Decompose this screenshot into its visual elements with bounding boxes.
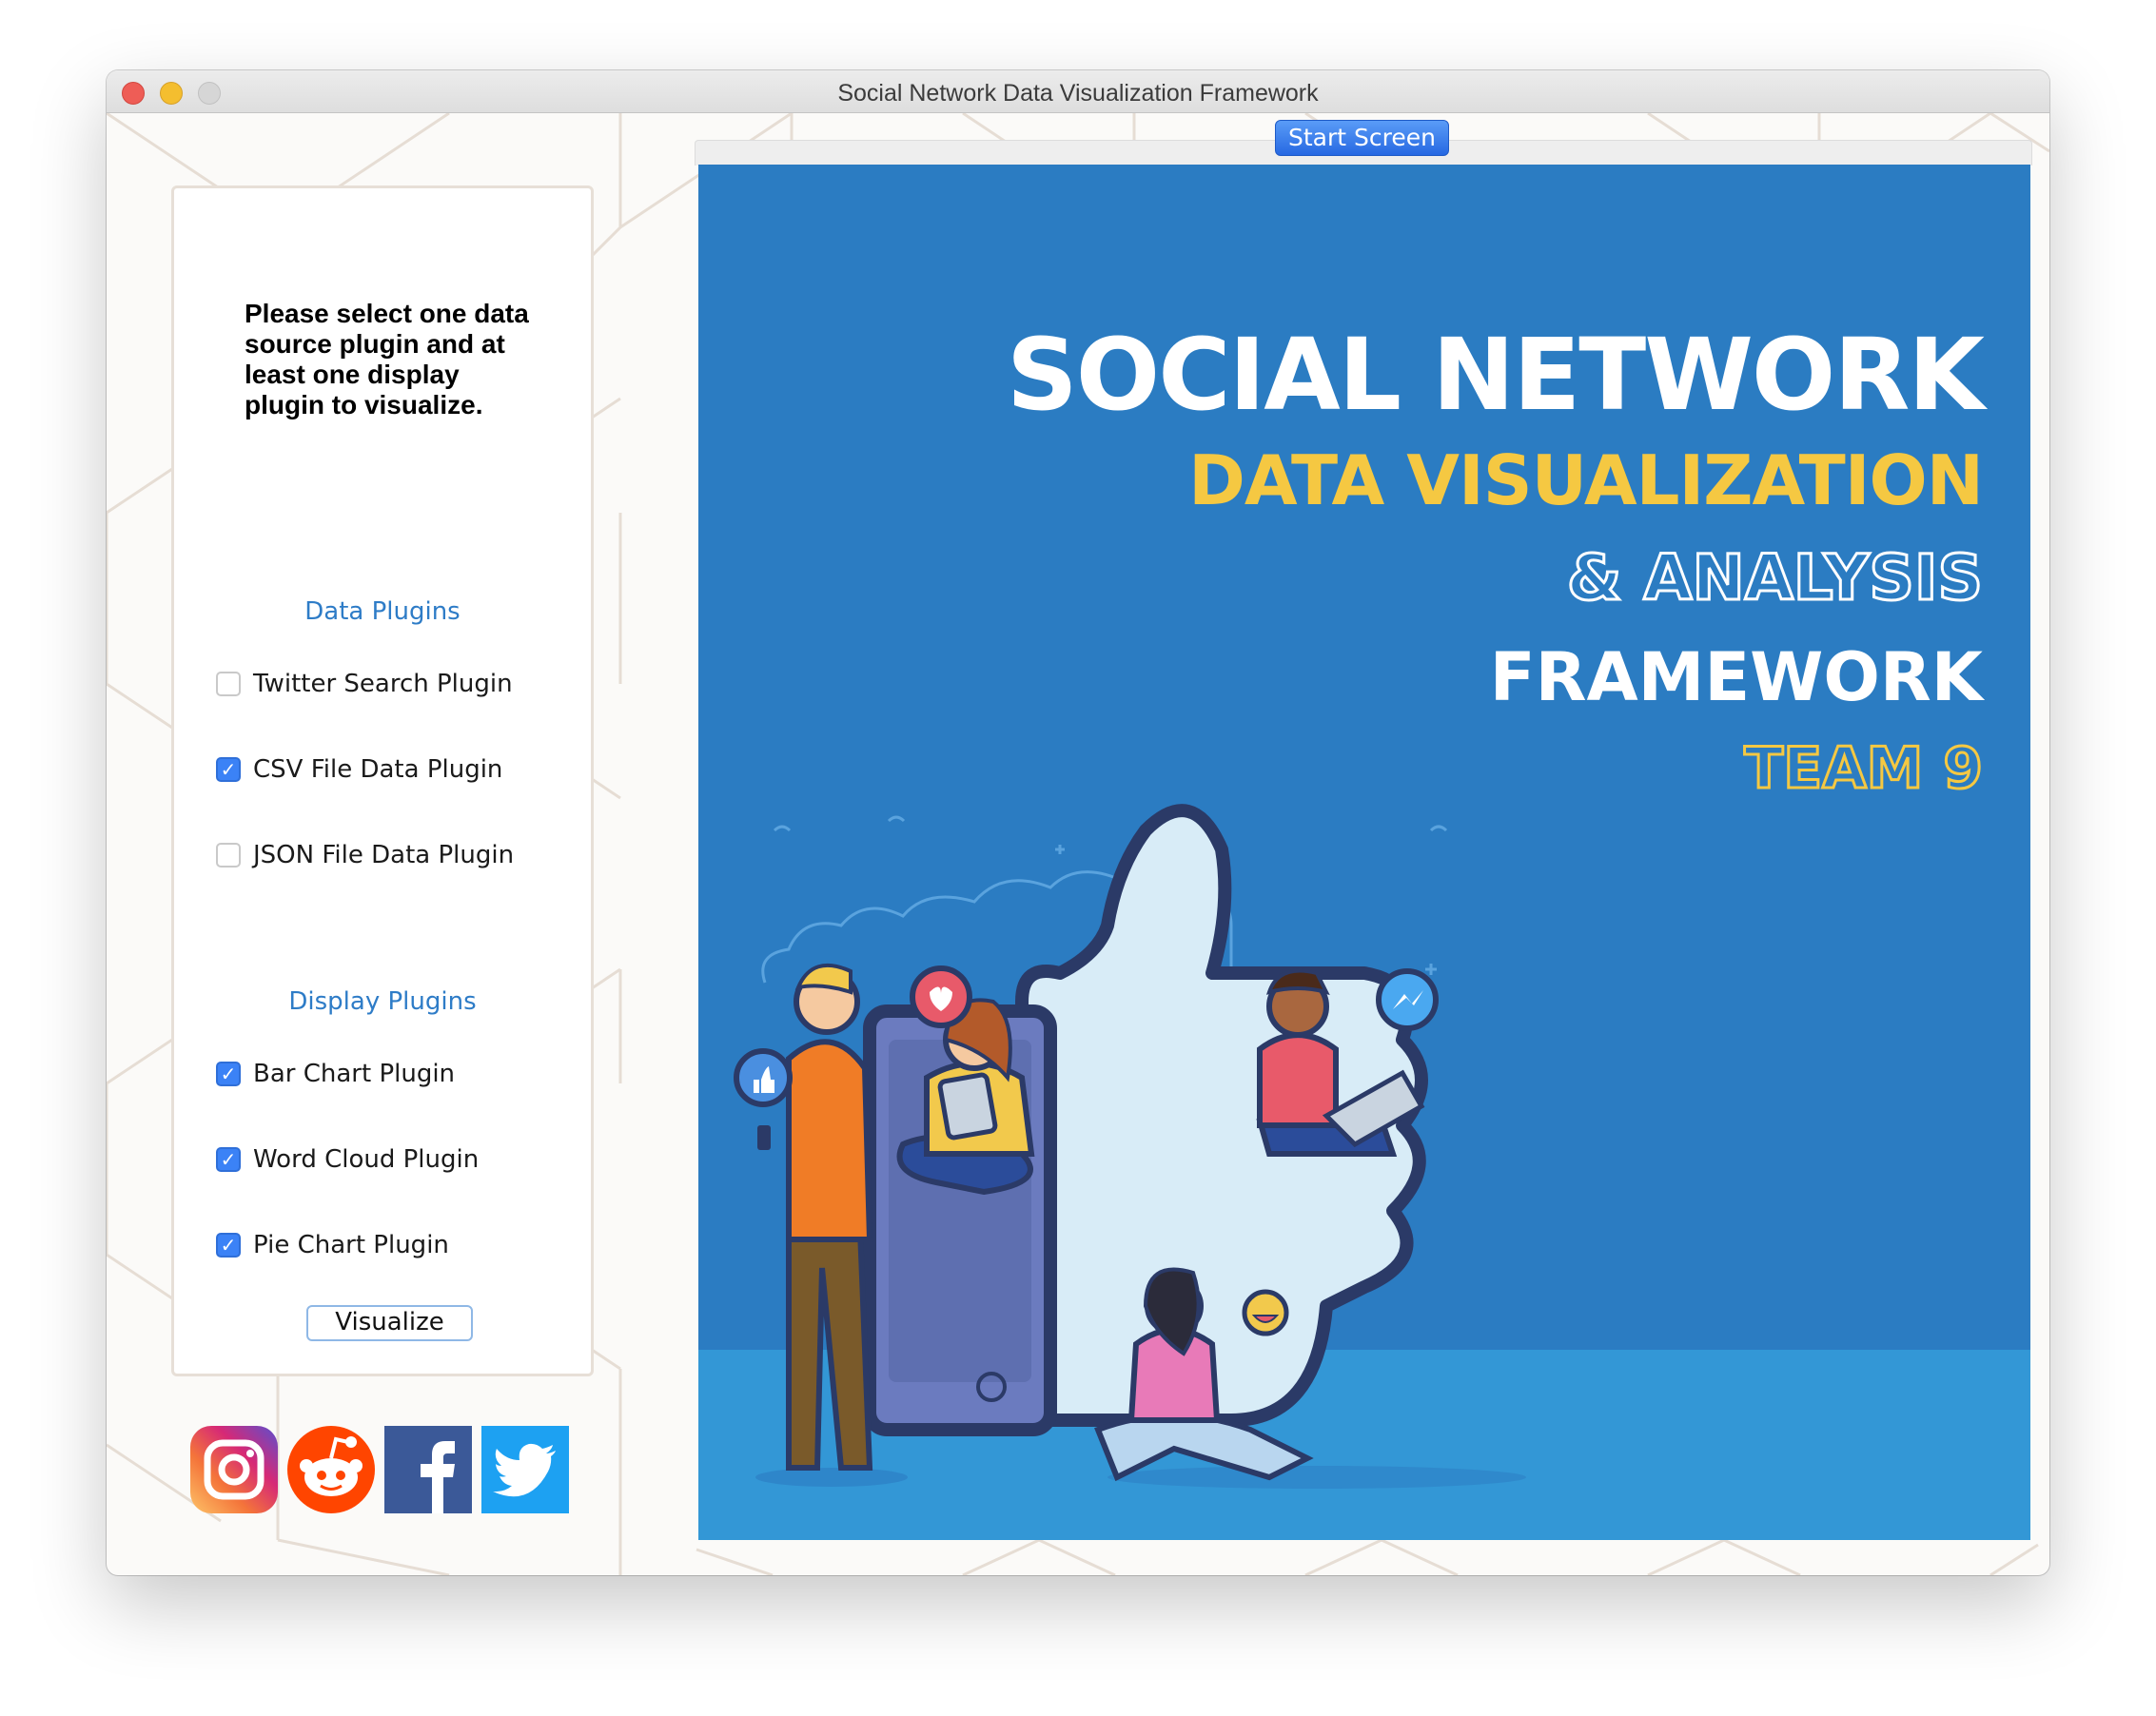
facebook-icon (384, 1426, 472, 1513)
instructions-text: Please select one data source plugin and… (245, 299, 529, 419)
checkbox-label: Twitter Search Plugin (253, 670, 513, 698)
checkbox-label: Bar Chart Plugin (253, 1060, 456, 1088)
checkmark-icon: ✓ (220, 758, 237, 781)
checkmark-icon: ✓ (220, 1063, 237, 1085)
checkbox-label: JSON File Data Plugin (253, 841, 515, 869)
checkbox-box[interactable]: ✓ (216, 1062, 241, 1086)
instagram-icon (190, 1426, 278, 1513)
checkbox-twitter-search-plugin[interactable]: Twitter Search Plugin (216, 668, 513, 700)
start-screen-button[interactable]: Start Screen (1275, 120, 1449, 156)
plugin-selection-panel: Please select one data source plugin and… (171, 185, 594, 1376)
checkbox-box[interactable]: ✓ (216, 1147, 241, 1172)
checkmark-icon: ✓ (220, 1148, 237, 1171)
checkbox-box[interactable] (216, 672, 241, 696)
display-plugins-header: Display Plugins (288, 987, 477, 1016)
title-bar: Social Network Data Visualization Framew… (107, 70, 2049, 113)
checkbox-label: Word Cloud Plugin (253, 1145, 480, 1174)
checkbox-box[interactable]: ✓ (216, 757, 241, 782)
checkbox-csv-file-data-plugin[interactable]: ✓ CSV File Data Plugin (216, 753, 502, 786)
app-window: Social Network Data Visualization Framew… (107, 70, 2049, 1575)
visualize-button[interactable]: Visualize (306, 1305, 473, 1341)
data-plugins-header: Data Plugins (304, 597, 461, 626)
checkbox-pie-chart-plugin[interactable]: ✓ Pie Chart Plugin (216, 1229, 449, 1261)
checkbox-json-file-data-plugin[interactable]: JSON File Data Plugin (216, 839, 514, 871)
reddit-icon (287, 1426, 375, 1513)
checkbox-box[interactable] (216, 843, 241, 868)
checkbox-box[interactable]: ✓ (216, 1233, 241, 1258)
window-content: Please select one data source plugin and… (107, 113, 2049, 1575)
checkmark-icon: ✓ (220, 1234, 237, 1257)
start-screen-poster: SOCIAL NETWORK DATA VISUALIZATION & ANAL… (698, 165, 2030, 1540)
checkbox-bar-chart-plugin[interactable]: ✓ Bar Chart Plugin (216, 1058, 455, 1090)
checkbox-label: CSV File Data Plugin (253, 755, 503, 784)
checkbox-word-cloud-plugin[interactable]: ✓ Word Cloud Plugin (216, 1143, 479, 1176)
twitter-icon (481, 1426, 569, 1513)
checkbox-label: Pie Chart Plugin (253, 1231, 449, 1259)
social-media-illustration (734, 804, 1526, 1489)
window-title: Social Network Data Visualization Framew… (837, 80, 1319, 107)
